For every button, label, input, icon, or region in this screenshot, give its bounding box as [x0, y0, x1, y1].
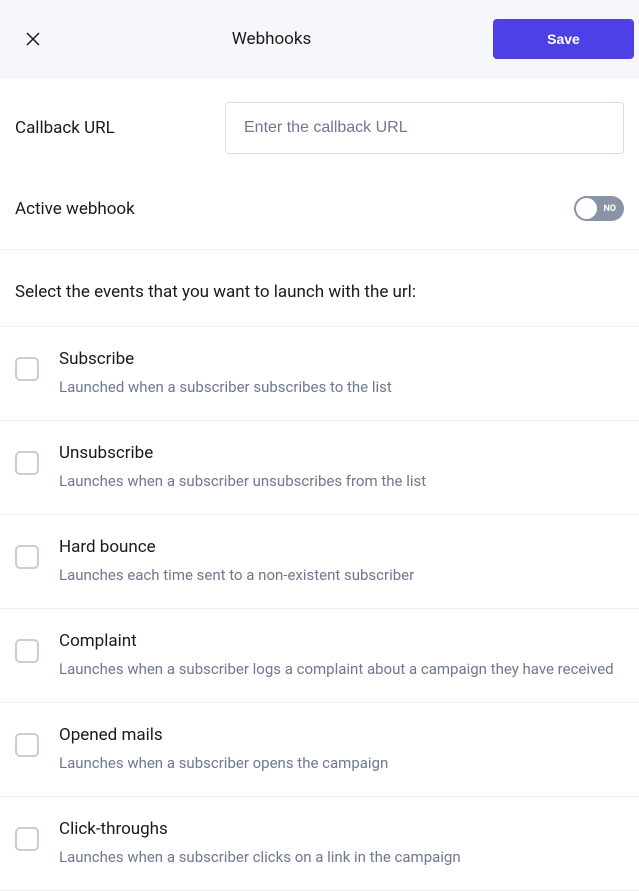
checkbox-hard-bounce[interactable] [15, 545, 39, 569]
page-title: Webhooks [232, 29, 312, 49]
event-desc: Launches when a subscriber clicks on a l… [59, 847, 624, 868]
event-desc: Launches when a subscriber unsubscribes … [59, 471, 624, 492]
events-section-label: Select the events that you want to launc… [0, 250, 639, 326]
event-hard-bounce: Hard bounce Launches each time sent to a… [0, 515, 639, 609]
event-desc: Launches each time sent to a non-existen… [59, 565, 624, 586]
event-title: Complaint [59, 631, 624, 651]
event-content: Opened mails Launches when a subscriber … [59, 725, 624, 774]
active-webhook-toggle[interactable]: NO [574, 196, 624, 221]
toggle-knob [576, 198, 597, 219]
event-content: Unsubscribe Launches when a subscriber u… [59, 443, 624, 492]
checkbox-click-throughs[interactable] [15, 827, 39, 851]
callback-url-input[interactable] [225, 102, 624, 154]
event-unsubscribe: Unsubscribe Launches when a subscriber u… [0, 421, 639, 515]
event-click-throughs: Click-throughs Launches when a subscribe… [0, 797, 639, 891]
checkbox-subscribe[interactable] [15, 357, 39, 381]
event-desc: Launches when a subscriber opens the cam… [59, 753, 624, 774]
event-content: Click-throughs Launches when a subscribe… [59, 819, 624, 868]
event-title: Opened mails [59, 725, 624, 745]
event-complaint: Complaint Launches when a subscriber log… [0, 609, 639, 703]
event-content: Hard bounce Launches each time sent to a… [59, 537, 624, 586]
event-subscribe: Subscribe Launched when a subscriber sub… [0, 327, 639, 421]
event-desc: Launched when a subscriber subscribes to… [59, 377, 624, 398]
checkbox-opened-mails[interactable] [15, 733, 39, 757]
event-content: Complaint Launches when a subscriber log… [59, 631, 624, 680]
event-content: Subscribe Launched when a subscriber sub… [59, 349, 624, 398]
header: Webhooks Save [0, 0, 639, 78]
toggle-state: NO [603, 204, 616, 214]
checkbox-unsubscribe[interactable] [15, 451, 39, 475]
event-title: Subscribe [59, 349, 624, 369]
active-webhook-row: Active webhook NO [0, 178, 639, 250]
close-icon [24, 30, 42, 48]
active-webhook-label: Active webhook [15, 199, 225, 219]
close-button[interactable] [16, 22, 50, 56]
event-list: Subscribe Launched when a subscriber sub… [0, 326, 639, 891]
event-title: Click-throughs [59, 819, 624, 839]
callback-url-label: Callback URL [15, 118, 225, 138]
event-title: Unsubscribe [59, 443, 624, 463]
event-title: Hard bounce [59, 537, 624, 557]
save-button[interactable]: Save [493, 19, 634, 59]
checkbox-complaint[interactable] [15, 639, 39, 663]
callback-url-row: Callback URL [0, 78, 639, 178]
event-desc: Launches when a subscriber logs a compla… [59, 659, 624, 680]
event-opened-mails: Opened mails Launches when a subscriber … [0, 703, 639, 797]
